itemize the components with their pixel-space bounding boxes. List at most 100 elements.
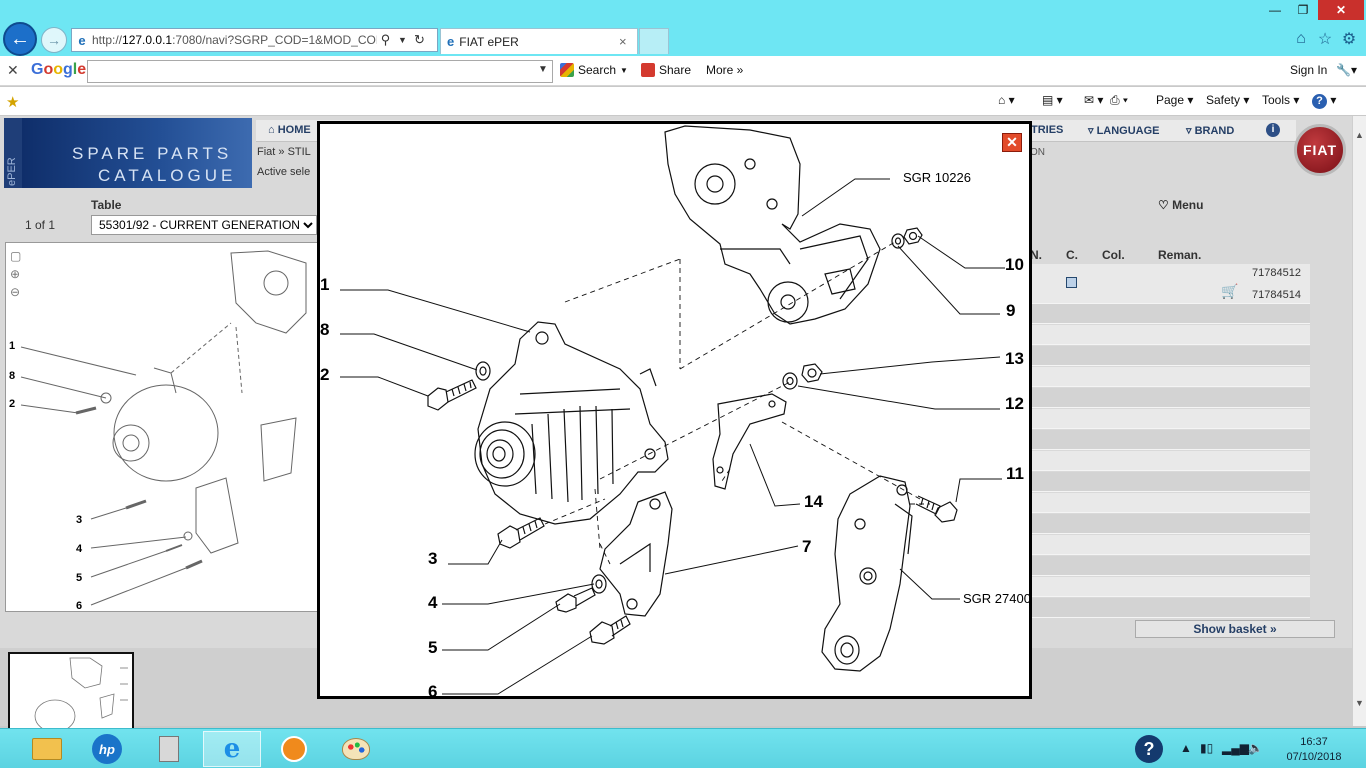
menu-home-label: HOME	[277, 124, 311, 136]
favorites-star-icon[interactable]: ☆	[1314, 28, 1336, 50]
color-table-icon[interactable]	[1066, 277, 1077, 288]
small-callout-6: 6	[76, 600, 82, 611]
taskbar-hp[interactable]: hp	[78, 731, 136, 767]
page-count: 1 of 1	[25, 218, 56, 232]
forward-button[interactable]: →	[41, 27, 67, 53]
table-row[interactable]	[1032, 535, 1310, 555]
tab-fiat-eper[interactable]: e FIAT ePER ×	[440, 28, 638, 54]
back-button[interactable]: ←	[3, 22, 37, 56]
table-select[interactable]: 55301/92 - CURRENT GENERATION	[91, 215, 317, 235]
taskbar-app-gear[interactable]	[265, 731, 323, 767]
more-button[interactable]: More »	[706, 63, 743, 77]
taskbar-paint[interactable]	[327, 731, 385, 767]
table-row[interactable]	[1032, 451, 1310, 471]
close-icon[interactable]: ✕	[7, 62, 19, 79]
small-diagram-panel[interactable]: ▢ ⊕ ⊖ 1 8 2 3 4 5 6	[5, 242, 319, 612]
search-label: Search	[578, 63, 617, 77]
menu-language[interactable]: ▿ LANGUAGE	[1088, 124, 1160, 137]
wrench-icon[interactable]: 🔧▾	[1336, 63, 1357, 77]
page-scrollbar[interactable]: ▲ ▼	[1352, 116, 1366, 726]
table-row[interactable]	[1032, 325, 1310, 345]
table-row[interactable]	[1032, 598, 1310, 618]
battery-icon[interactable]: ▮▯	[1200, 741, 1213, 755]
version-fragment: ON	[1030, 147, 1045, 158]
menu-brand[interactable]: ▿ BRAND	[1186, 124, 1234, 137]
table-row[interactable]	[1032, 388, 1310, 408]
callout-5: 5	[428, 638, 437, 657]
table-row[interactable]	[1032, 514, 1310, 534]
taskbar-clock[interactable]: 16:37 07/10/2018	[1278, 735, 1350, 765]
page-label: Page	[1156, 93, 1185, 107]
callout-13: 13	[1005, 349, 1024, 368]
feeds-icon[interactable]: ▤ ▾	[1042, 93, 1063, 107]
google-toolbar: ✕ Google ▼ Search ▼ Share More » Sign In…	[0, 56, 1366, 86]
fiat-logo-text: FIAT	[1302, 142, 1338, 158]
show-hidden-icons[interactable]: ▲	[1180, 741, 1192, 755]
taskbar-internet-explorer[interactable]: e	[203, 731, 261, 767]
network-icon[interactable]: ▂▄▆	[1222, 741, 1249, 755]
home-icon[interactable]: ⌂ ▾	[998, 93, 1015, 107]
add-to-cart-icon[interactable]: 🛒	[1221, 283, 1238, 300]
new-tab-button[interactable]	[639, 28, 669, 54]
paint-palette-icon	[342, 738, 370, 760]
menu-countries[interactable]: TRIES	[1031, 124, 1063, 136]
volume-icon[interactable]: 🔈	[1248, 741, 1263, 755]
show-basket-button[interactable]: Show basket »	[1135, 620, 1335, 638]
table-row[interactable]	[1032, 556, 1310, 576]
share-button[interactable]: Share	[641, 63, 691, 77]
safety-menu[interactable]: Safety ▾	[1206, 93, 1249, 107]
table-row[interactable]	[1032, 493, 1310, 513]
table-row[interactable]	[1032, 430, 1310, 450]
callout-10: 10	[1005, 255, 1024, 274]
scroll-up-icon[interactable]: ▲	[1355, 130, 1364, 140]
sign-in-button[interactable]: Sign In	[1290, 63, 1327, 77]
table-row[interactable]	[1032, 346, 1310, 366]
callout-14: 14	[804, 492, 823, 511]
print-icon[interactable]: ⎙ ▾	[1110, 93, 1128, 108]
refresh-icon[interactable]: ↻	[411, 32, 428, 48]
breadcrumb[interactable]: Fiat » STIL	[257, 146, 311, 158]
table-row[interactable]	[1032, 577, 1310, 597]
search-icon[interactable]: ⚲	[377, 32, 394, 48]
table-row[interactable]	[1032, 367, 1310, 387]
help-tray-icon[interactable]: ?	[1135, 735, 1163, 763]
arrow-left-icon: ←	[10, 27, 30, 50]
small-callout-1: 1	[9, 340, 15, 352]
google-search-button[interactable]: Search ▼	[560, 63, 628, 77]
mail-icon[interactable]: ✉ ▾	[1084, 93, 1103, 107]
small-callout-4: 4	[76, 543, 83, 555]
table-row[interactable]	[1032, 304, 1310, 324]
info-icon[interactable]: i	[1266, 123, 1280, 137]
google-search-input[interactable]	[87, 60, 553, 83]
diagram-thumbnail[interactable]	[8, 652, 134, 730]
add-favorites-icon[interactable]: ★	[6, 93, 19, 111]
tab-close-icon[interactable]: ×	[619, 34, 637, 49]
chevron-down-icon[interactable]: ▼	[538, 64, 548, 75]
more-label: More »	[706, 63, 744, 77]
menu-home[interactable]: ⌂ HOME	[268, 124, 311, 136]
page-menu[interactable]: Page ▾	[1156, 93, 1193, 107]
home-icon[interactable]: ⌂	[1290, 28, 1312, 50]
help-icon[interactable]: ? ▾	[1312, 93, 1336, 109]
tools-menu[interactable]: Tools ▾	[1262, 93, 1299, 107]
scroll-down-icon[interactable]: ▼	[1355, 698, 1364, 708]
menu-toggle[interactable]: ♡ Menu	[1158, 198, 1203, 212]
maximize-button[interactable]: ❐	[1290, 0, 1316, 20]
table-row[interactable]	[1032, 472, 1310, 492]
part-number: 71784514	[1252, 289, 1301, 301]
taskbar-calculator[interactable]	[140, 731, 198, 767]
ie-tab-icon: e	[447, 34, 455, 49]
table-row[interactable]	[1032, 409, 1310, 429]
url-text[interactable]: http://127.0.0.1:7080/navi?SGRP_COD=1&MO…	[92, 33, 377, 47]
col-header-c: C.	[1066, 248, 1078, 262]
minimize-button[interactable]: —	[1262, 0, 1288, 20]
popup-close-button[interactable]: ✕	[1002, 133, 1022, 152]
small-callout-2: 2	[9, 398, 15, 410]
small-callout-3: 3	[76, 514, 82, 526]
sgr-label-27400: SGR 27400	[963, 591, 1029, 606]
address-bar[interactable]: e http://127.0.0.1:7080/navi?SGRP_COD=1&…	[71, 28, 438, 52]
window-close-button[interactable]: ✕	[1318, 0, 1364, 20]
taskbar-file-explorer[interactable]	[18, 731, 76, 767]
chevron-down-icon[interactable]: ▼	[394, 35, 411, 45]
gear-icon[interactable]: ⚙	[1338, 28, 1360, 50]
